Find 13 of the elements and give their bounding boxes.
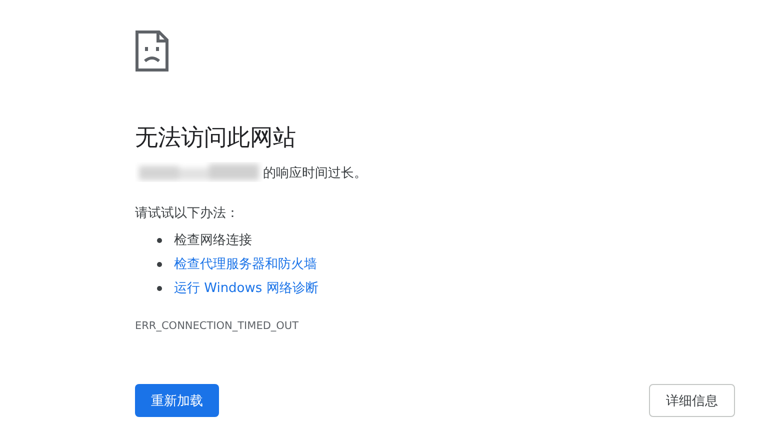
error-message: 的响应时间过长。 bbox=[263, 165, 367, 182]
suggestion-text: 检查网络连接 bbox=[174, 232, 252, 249]
error-title: 无法访问此网站 bbox=[135, 124, 297, 153]
bullet-icon bbox=[157, 238, 162, 242]
suggestions-heading: 请试试以下办法： bbox=[135, 205, 240, 223]
reload-button[interactable]: 重新加载 bbox=[135, 384, 219, 417]
suggestion-link[interactable]: 运行 Windows 网络诊断 bbox=[174, 279, 318, 297]
error-code: ERR_CONNECTION_TIMED_OUT bbox=[135, 320, 300, 332]
suggestion-link[interactable]: 检查代理服务器和防火墙 bbox=[174, 255, 317, 273]
sad-page-icon bbox=[135, 30, 169, 72]
details-button[interactable]: 详细信息 bbox=[649, 384, 735, 417]
bullet-icon bbox=[157, 262, 162, 266]
bullet-icon bbox=[157, 286, 162, 290]
